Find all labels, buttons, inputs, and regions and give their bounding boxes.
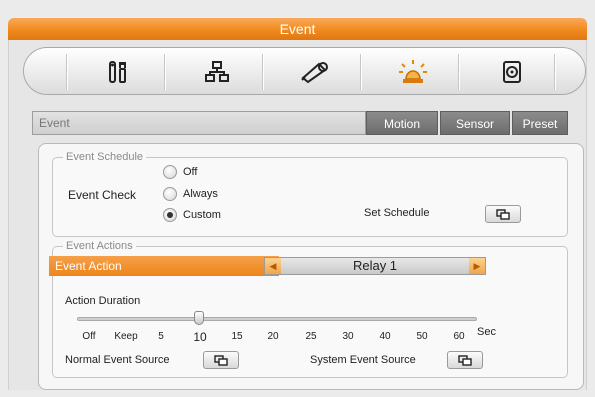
relay-selector[interactable]: ◀ Relay 1 ▶ xyxy=(264,257,486,275)
set-schedule-label: Set Schedule xyxy=(364,207,430,219)
tab-preset[interactable]: Preset xyxy=(512,111,568,135)
network-icon[interactable] xyxy=(184,54,250,90)
section-label: Event xyxy=(32,111,366,135)
tick-label: 15 xyxy=(231,331,243,342)
tick-label-selected: 10 xyxy=(193,330,207,344)
toolbar-divider xyxy=(164,54,165,90)
tick-label: 25 xyxy=(305,331,317,342)
duration-slider-track[interactable] xyxy=(77,317,477,321)
radio-always-label: Always xyxy=(183,188,218,200)
main-toolbar xyxy=(23,47,586,95)
radio-custom-label: Custom xyxy=(183,209,221,221)
prev-arrow-icon[interactable]: ◀ xyxy=(265,258,281,274)
radio-custom[interactable] xyxy=(163,208,177,222)
duration-slider-thumb[interactable] xyxy=(194,311,204,325)
window-icon xyxy=(496,208,510,220)
event-schedule-legend: Event Schedule xyxy=(63,151,147,163)
toolbar-divider xyxy=(262,54,263,90)
storage-icon[interactable] xyxy=(479,54,545,90)
event-window: Event Event Motion Sensor Preset Event S… xyxy=(0,0,595,397)
tools-icon[interactable] xyxy=(85,54,151,90)
toolbar-divider xyxy=(458,54,459,90)
tick-label: 40 xyxy=(379,331,391,342)
tick-label: 30 xyxy=(342,331,354,342)
tick-label: 50 xyxy=(416,331,428,342)
event-check-label: Event Check xyxy=(68,188,137,202)
tick-label: 5 xyxy=(158,331,164,342)
toolbar-divider xyxy=(360,54,361,90)
set-schedule-button[interactable] xyxy=(485,205,521,223)
camera-icon[interactable] xyxy=(282,54,348,90)
tab-sensor[interactable]: Sensor xyxy=(440,111,510,135)
event-actions-legend: Event Actions xyxy=(63,240,136,252)
duration-unit: Sec xyxy=(477,326,496,338)
next-arrow-icon[interactable]: ▶ xyxy=(469,258,485,274)
toolbar-divider xyxy=(554,54,555,90)
system-event-source-button[interactable] xyxy=(447,351,483,369)
event-action-header: Event Action xyxy=(49,256,279,276)
tab-motion[interactable]: Motion xyxy=(366,111,438,135)
toolbar-divider xyxy=(66,54,67,90)
tab-row: Event Motion Sensor Preset xyxy=(32,111,568,135)
radio-off[interactable] xyxy=(163,165,177,179)
tick-label: Keep xyxy=(114,331,138,342)
window-title: Event xyxy=(8,18,587,40)
system-event-source-label: System Event Source xyxy=(310,354,416,366)
normal-event-source-label: Normal Event Source xyxy=(65,354,170,366)
window-icon xyxy=(214,354,228,366)
window-icon xyxy=(458,354,472,366)
alarm-light-icon[interactable] xyxy=(380,54,446,90)
action-duration-label: Action Duration xyxy=(65,295,141,307)
radio-off-label: Off xyxy=(183,166,198,178)
tick-label: 20 xyxy=(267,331,279,342)
tick-label: 60 xyxy=(453,331,465,342)
radio-always[interactable] xyxy=(163,187,177,201)
tick-label: Off xyxy=(82,331,96,342)
normal-event-source-button[interactable] xyxy=(203,351,239,369)
relay-value: Relay 1 xyxy=(352,258,398,273)
